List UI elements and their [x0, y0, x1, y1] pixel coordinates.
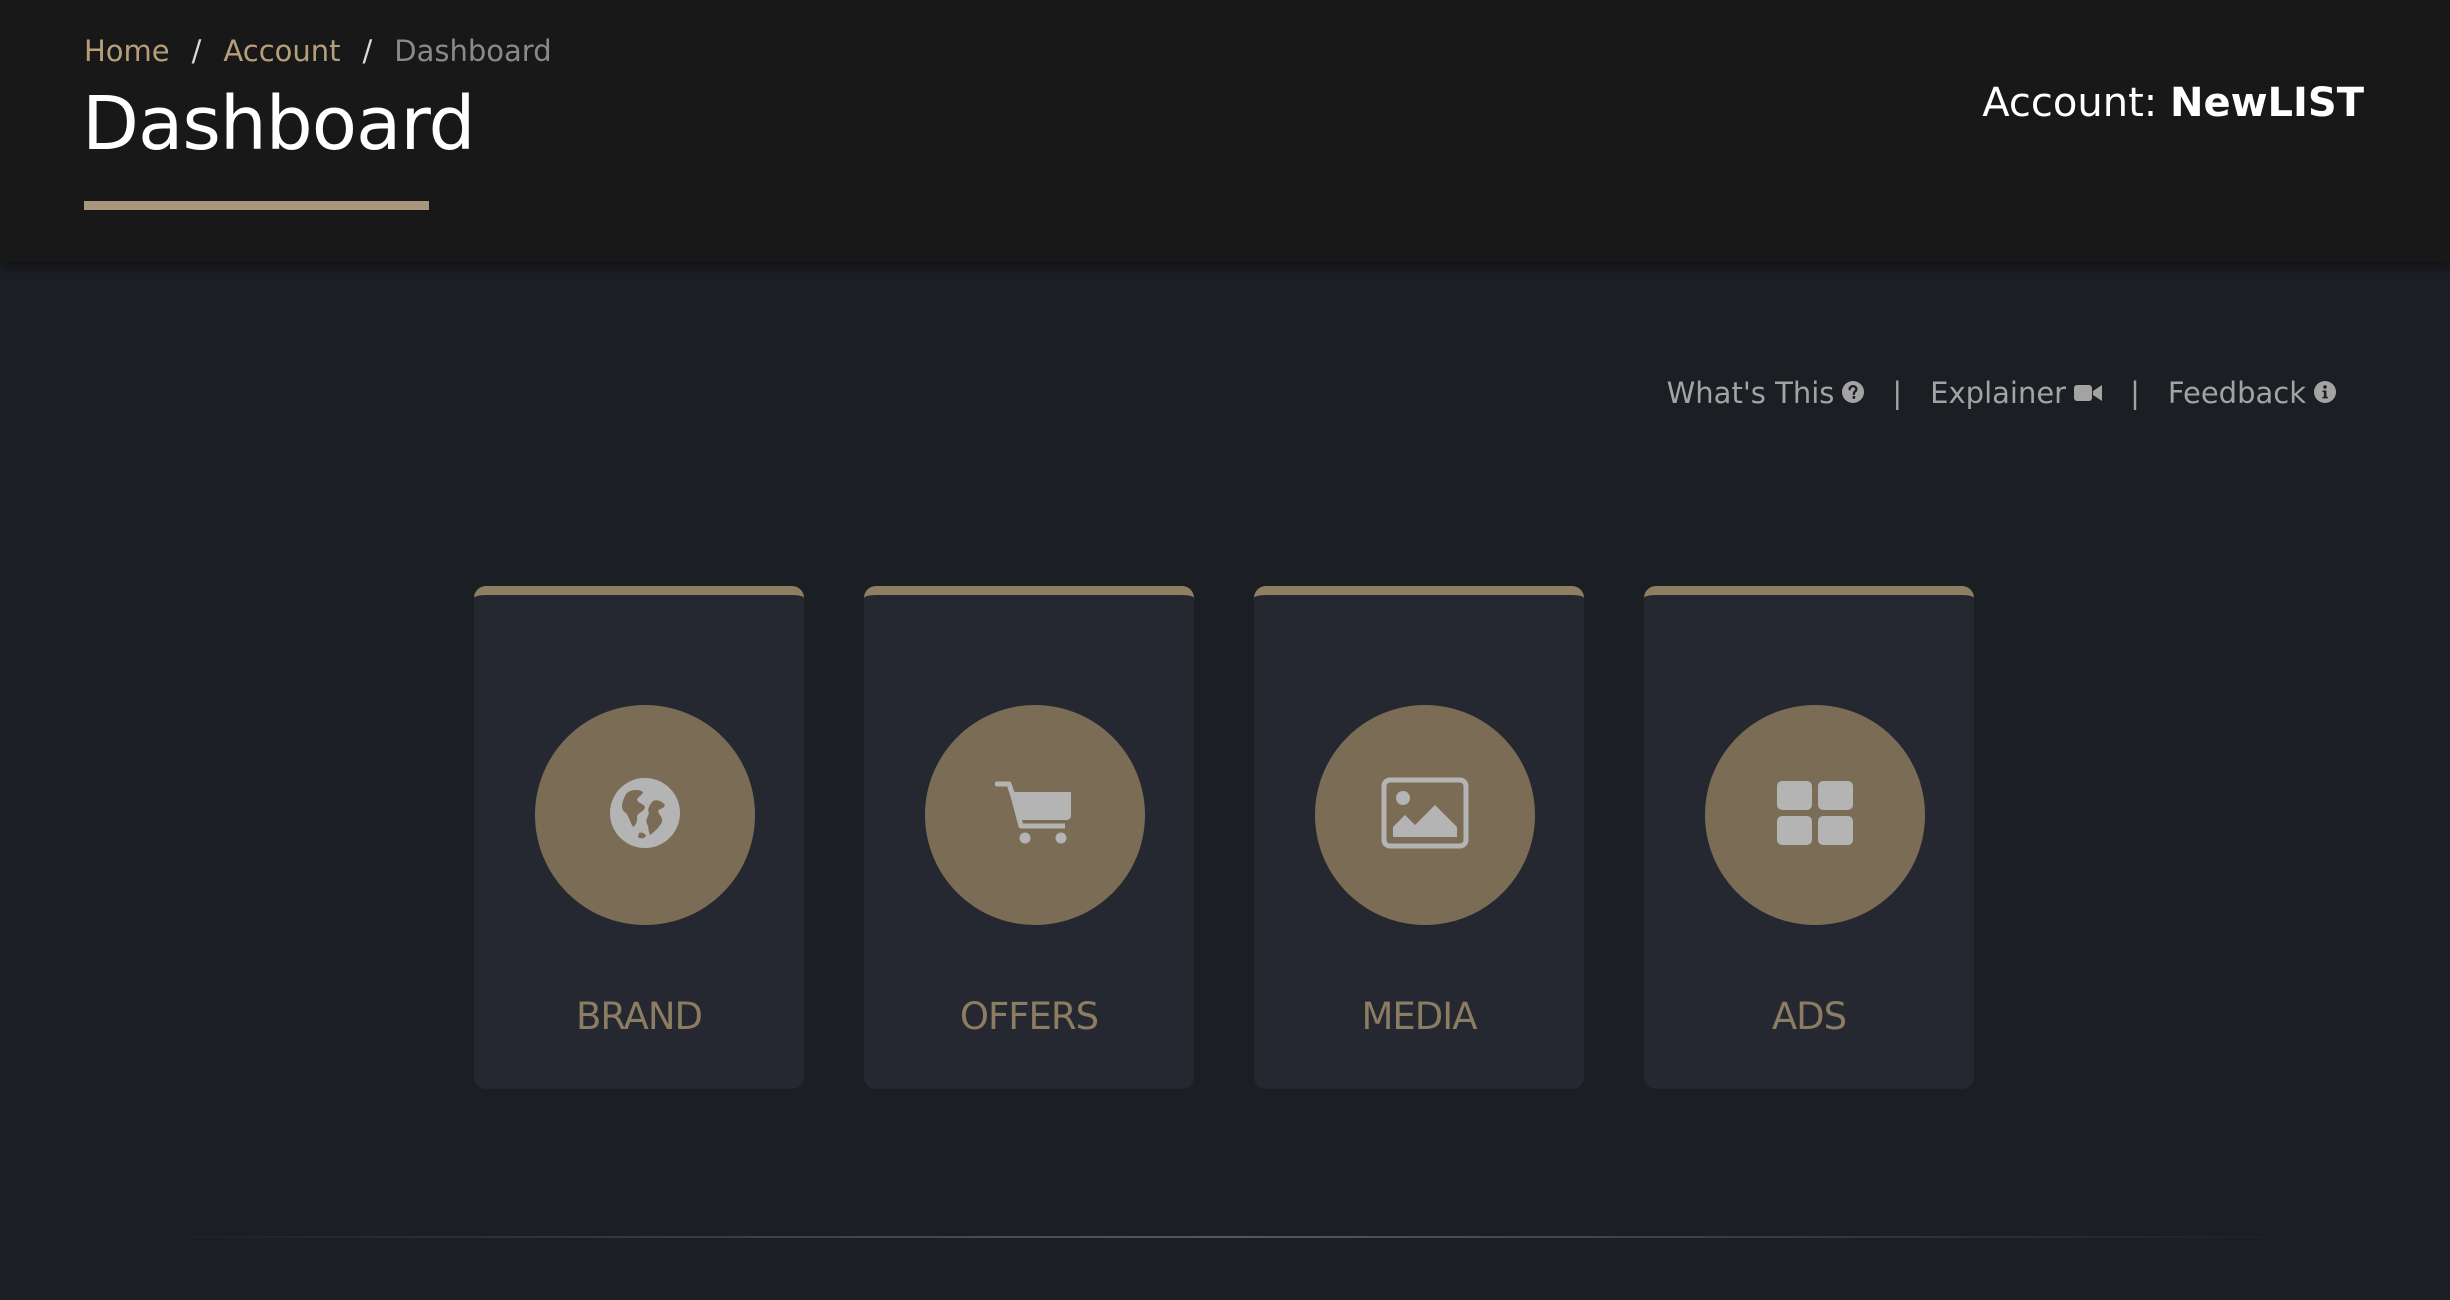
brand-card-label: BRAND	[575, 995, 703, 1038]
feedback-label: Feedback	[2167, 376, 2306, 410]
account-label: Account:	[1982, 80, 2158, 126]
offers-card-label: OFFERS	[959, 995, 1099, 1038]
media-card[interactable]: MEDIA	[1254, 586, 1584, 1089]
account-info: Account: NewLIST	[1982, 78, 2364, 128]
grid-icon	[1777, 781, 1853, 849]
explainer-label: Explainer	[1930, 376, 2067, 410]
page-header: Home / Account / Dashboard Dashboard Account…	[0, 0, 2450, 262]
media-card-label: MEDIA	[1361, 995, 1477, 1038]
info-circle-icon	[2314, 375, 2336, 411]
ads-card-circle	[1705, 705, 1925, 925]
help-link-separator: |	[2130, 376, 2140, 410]
breadcrumb-current: Dashboard	[394, 34, 552, 68]
question-circle-icon	[1842, 375, 1865, 411]
breadcrumb-separator: /	[362, 34, 373, 68]
brand-card-circle	[535, 705, 755, 925]
dashboard-cards: BRAND OFFERS MEDIA ADS	[474, 586, 1974, 1089]
image-icon	[1381, 777, 1469, 853]
video-camera-icon	[2074, 375, 2103, 411]
ads-card[interactable]: ADS	[1644, 586, 1974, 1089]
offers-card[interactable]: OFFERS	[864, 586, 1194, 1089]
title-underline	[84, 201, 429, 210]
whats-this-link[interactable]: What's This	[1667, 375, 1865, 411]
breadcrumb-account-link[interactable]: Account	[223, 34, 340, 68]
explainer-link[interactable]: Explainer	[1930, 375, 2103, 411]
breadcrumb-home-link[interactable]: Home	[84, 34, 170, 68]
page-title: Dashboard	[82, 81, 475, 167]
help-links: What's This | Explainer | Feedback	[1667, 375, 2336, 411]
media-card-circle	[1315, 705, 1535, 925]
account-name: NewLIST	[2169, 80, 2364, 126]
brand-card[interactable]: BRAND	[474, 586, 804, 1089]
ads-card-label: ADS	[1771, 995, 1847, 1038]
whats-this-label: What's This	[1666, 376, 1835, 410]
feedback-link[interactable]: Feedback	[2168, 375, 2336, 411]
offers-card-circle	[925, 705, 1145, 925]
help-link-separator: |	[1892, 376, 1903, 410]
globe-icon	[609, 777, 681, 853]
footer-divider	[140, 1236, 2310, 1238]
breadcrumb: Home / Account / Dashboard	[84, 34, 552, 68]
breadcrumb-separator: /	[191, 34, 202, 68]
shopping-cart-icon	[994, 780, 1075, 850]
